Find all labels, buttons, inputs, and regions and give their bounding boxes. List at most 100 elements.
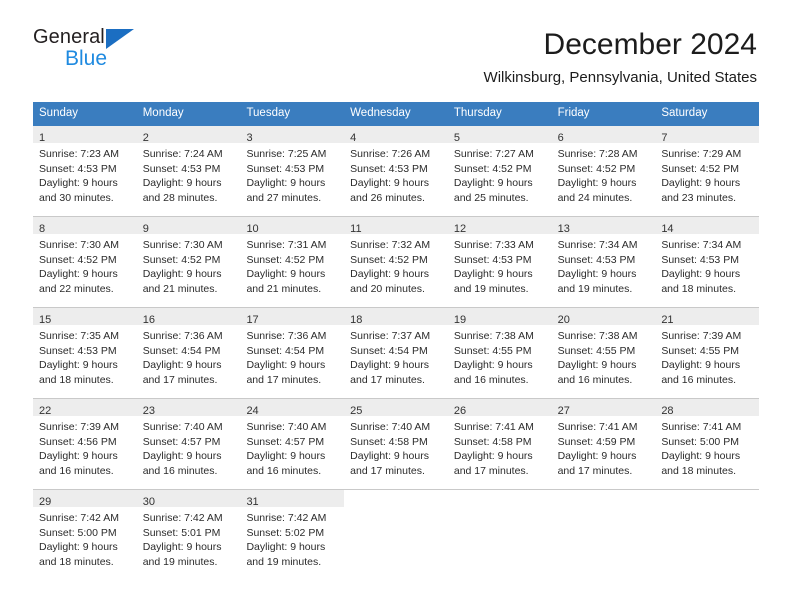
day-details: Sunrise: 7:41 AM Sunset: 4:59 PM Daylight:… <box>552 416 656 478</box>
day-number-band: 8 <box>33 217 137 235</box>
calendar-day-cell[interactable]: 29 Sunrise: 7:42 AM Sunset: 5:00 PM Dayligh… <box>33 490 137 580</box>
calendar-day-cell[interactable]: 24 Sunrise: 7:40 AM Sunset: 4:57 PM Dayligh… <box>240 399 345 489</box>
sunset-text: Sunset: 5:00 PM <box>39 526 117 539</box>
calendar-day-cell[interactable]: 25 Sunrise: 7:40 AM Sunset: 4:58 PM Dayligh… <box>344 399 448 489</box>
daylight-text-line2: and 17 minutes. <box>142 373 218 386</box>
sunset-text: Sunset: 4:57 PM <box>246 435 325 448</box>
calendar-day-cell[interactable]: 27 Sunrise: 7:41 AM Sunset: 4:59 PM Dayligh… <box>551 399 656 489</box>
day-number: 15 <box>39 314 52 326</box>
calendar-week-row: 8 Sunrise: 7:30 AM Sunset: 4:52 PM Daylight… <box>33 216 760 307</box>
calendar-day-cell[interactable]: 17 Sunrise: 7:36 AM Sunset: 4:54 PM Dayligh… <box>240 308 345 398</box>
daylight-text-line2: and 25 minutes. <box>453 191 529 204</box>
calendar-day-cell[interactable]: 9 Sunrise: 7:30 AM Sunset: 4:52 PM Daylight… <box>136 217 241 307</box>
day-details: Sunrise: 7:36 AM Sunset: 4:54 PM Daylight:… <box>137 325 241 387</box>
weekday-header-row: Sunday Monday Tuesday Wednesday Thursday… <box>33 102 759 126</box>
daylight-text-line2: and 19 minutes. <box>453 282 529 295</box>
calendar-day-cell[interactable]: 2 Sunrise: 7:24 AM Sunset: 4:53 PM Daylight… <box>136 126 241 216</box>
logo-text-general: General <box>33 26 105 48</box>
calendar-day-cell[interactable]: 6 Sunrise: 7:28 AM Sunset: 4:52 PM Daylight… <box>551 126 656 216</box>
daylight-text-line1: Daylight: 9 hours <box>246 177 326 190</box>
day-details: Sunrise: 7:29 AM Sunset: 4:52 PM Daylight:… <box>655 143 759 205</box>
daylight-text-line2: and 16 minutes. <box>246 464 322 477</box>
sunset-text: Sunset: 4:54 PM <box>350 344 428 357</box>
day-details: Sunrise: 7:41 AM Sunset: 4:58 PM Daylight:… <box>448 416 552 478</box>
day-number-band: 27 <box>551 399 656 417</box>
day-number: 13 <box>557 223 570 235</box>
calendar-day-cell[interactable]: 28 Sunrise: 7:41 AM Sunset: 5:00 PM Dayligh… <box>655 399 760 489</box>
day-number-band: 22 <box>33 399 137 417</box>
calendar-day-cell[interactable]: 26 Sunrise: 7:41 AM Sunset: 4:58 PM Dayligh… <box>447 399 552 489</box>
daylight-text-line1: Daylight: 9 hours <box>142 268 222 281</box>
calendar-day-cell[interactable]: 18 Sunrise: 7:37 AM Sunset: 4:54 PM Dayligh… <box>344 308 448 398</box>
calendar-day-cell[interactable]: 11 Sunrise: 7:32 AM Sunset: 4:52 PM Dayligh… <box>344 217 448 307</box>
daylight-text-line2: and 21 minutes. <box>142 282 218 295</box>
sunset-text: Sunset: 4:52 PM <box>661 162 739 175</box>
calendar-day-cell[interactable]: 21 Sunrise: 7:39 AM Sunset: 4:55 PM Dayligh… <box>655 308 760 398</box>
calendar-week-row: 15 Sunrise: 7:35 AM Sunset: 4:53 PM Dayligh… <box>33 307 760 398</box>
sunrise-text: Sunrise: 7:35 AM <box>39 330 119 342</box>
calendar-day-cell[interactable]: 12 Sunrise: 7:33 AM Sunset: 4:53 PM Dayligh… <box>447 217 552 307</box>
sunset-text: Sunset: 4:55 PM <box>453 344 532 357</box>
daylight-text-line1: Daylight: 9 hours <box>557 268 637 281</box>
daylight-text-line2: and 16 minutes. <box>557 373 633 386</box>
sunset-text: Sunset: 4:59 PM <box>557 435 636 448</box>
daylight-text-line1: Daylight: 9 hours <box>661 177 741 190</box>
calendar-day-cell[interactable]: 20 Sunrise: 7:38 AM Sunset: 4:55 PM Dayligh… <box>551 308 656 398</box>
daylight-text-line2: and 21 minutes. <box>246 282 322 295</box>
daylight-text-line2: and 22 minutes. <box>39 282 114 295</box>
calendar-day-cell[interactable]: 16 Sunrise: 7:36 AM Sunset: 4:54 PM Dayligh… <box>136 308 241 398</box>
daylight-text-line2: and 23 minutes. <box>661 191 737 204</box>
sunrise-text: Sunrise: 7:41 AM <box>557 421 638 433</box>
calendar-day-cell-empty <box>447 490 552 580</box>
calendar-day-cell[interactable]: 4 Sunrise: 7:26 AM Sunset: 4:53 PM Daylight… <box>344 126 448 216</box>
calendar-day-cell[interactable]: 7 Sunrise: 7:29 AM Sunset: 4:52 PM Daylight… <box>655 126 760 216</box>
day-details: Sunrise: 7:40 AM Sunset: 4:57 PM Daylight:… <box>137 416 241 478</box>
sunrise-text: Sunrise: 7:38 AM <box>453 330 534 342</box>
day-number-band: 3 <box>240 126 345 144</box>
day-details: Sunrise: 7:39 AM Sunset: 4:56 PM Daylight:… <box>33 416 137 478</box>
calendar-day-cell[interactable]: 8 Sunrise: 7:30 AM Sunset: 4:52 PM Daylight… <box>33 217 137 307</box>
sunset-text: Sunset: 4:58 PM <box>453 435 532 448</box>
day-number-band: 16 <box>136 308 241 326</box>
daylight-text-line1: Daylight: 9 hours <box>557 359 637 372</box>
calendar-day-cell[interactable]: 31 Sunrise: 7:42 AM Sunset: 5:02 PM Dayligh… <box>240 490 345 580</box>
day-number-band: 18 <box>344 308 448 326</box>
daylight-text-line1: Daylight: 9 hours <box>453 268 533 281</box>
calendar-day-cell[interactable]: 30 Sunrise: 7:42 AM Sunset: 5:01 PM Dayligh… <box>136 490 241 580</box>
sunrise-text: Sunrise: 7:36 AM <box>142 330 223 342</box>
day-number-band <box>448 490 552 507</box>
day-number: 17 <box>246 314 259 326</box>
sunrise-text: Sunrise: 7:33 AM <box>453 239 534 251</box>
daylight-text-line1: Daylight: 9 hours <box>661 268 741 281</box>
daylight-text-line1: Daylight: 9 hours <box>661 450 741 463</box>
daylight-text-line2: and 17 minutes. <box>350 464 425 477</box>
calendar-day-cell[interactable]: 22 Sunrise: 7:39 AM Sunset: 4:56 PM Dayligh… <box>33 399 137 489</box>
daylight-text-line1: Daylight: 9 hours <box>350 268 429 281</box>
general-blue-logo[interactable]: General Blue <box>33 26 153 74</box>
calendar-day-cell[interactable]: 10 Sunrise: 7:31 AM Sunset: 4:52 PM Dayligh… <box>240 217 345 307</box>
calendar-day-cell[interactable]: 5 Sunrise: 7:27 AM Sunset: 4:52 PM Daylight… <box>447 126 552 216</box>
calendar-day-cell[interactable]: 13 Sunrise: 7:34 AM Sunset: 4:53 PM Dayligh… <box>551 217 656 307</box>
calendar-day-cell[interactable]: 23 Sunrise: 7:40 AM Sunset: 4:57 PM Dayligh… <box>136 399 241 489</box>
day-number-band: 10 <box>240 217 345 235</box>
sunrise-text: Sunrise: 7:42 AM <box>246 512 327 524</box>
calendar-day-cell[interactable]: 3 Sunrise: 7:25 AM Sunset: 4:53 PM Daylight… <box>240 126 345 216</box>
daylight-text-line2: and 16 minutes. <box>453 373 529 386</box>
day-number-band <box>655 490 759 507</box>
calendar-day-cell[interactable]: 19 Sunrise: 7:38 AM Sunset: 4:55 PM Dayligh… <box>447 308 552 398</box>
day-number-band: 23 <box>136 399 241 417</box>
sunrise-text: Sunrise: 7:41 AM <box>453 421 534 433</box>
calendar-day-cell[interactable]: 15 Sunrise: 7:35 AM Sunset: 4:53 PM Dayligh… <box>33 308 137 398</box>
weekday-saturday: Saturday <box>661 107 708 119</box>
daylight-text-line1: Daylight: 9 hours <box>142 541 222 554</box>
sunset-text: Sunset: 4:53 PM <box>39 344 117 357</box>
sunrise-text: Sunrise: 7:30 AM <box>39 239 119 251</box>
sunrise-text: Sunrise: 7:36 AM <box>246 330 327 342</box>
sunset-text: Sunset: 4:53 PM <box>142 162 221 175</box>
calendar-day-cell[interactable]: 14 Sunrise: 7:34 AM Sunset: 4:53 PM Dayligh… <box>655 217 760 307</box>
calendar-day-cell[interactable]: 1 Sunrise: 7:23 AM Sunset: 4:53 PM Daylight… <box>33 126 137 216</box>
sunset-text: Sunset: 4:54 PM <box>246 344 325 357</box>
daylight-text-line1: Daylight: 9 hours <box>453 177 533 190</box>
sunset-text: Sunset: 4:52 PM <box>39 253 117 266</box>
day-number-band <box>344 490 448 507</box>
